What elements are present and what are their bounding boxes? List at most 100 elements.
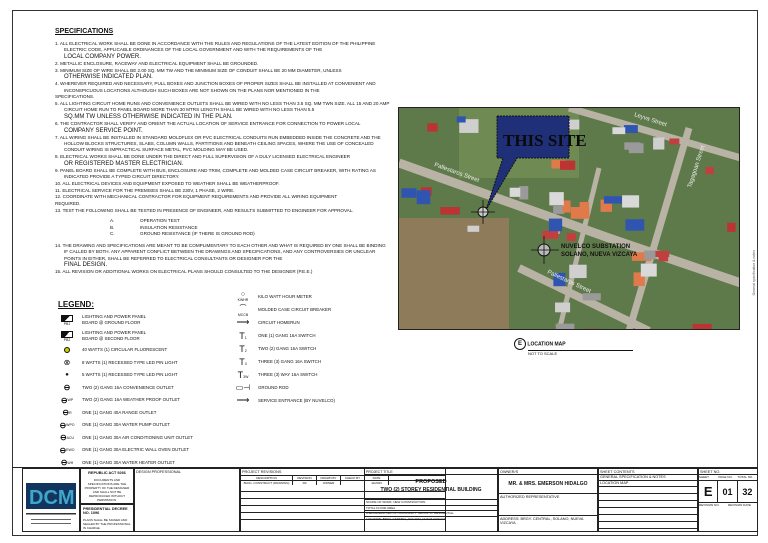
sheet-number-box: Sheet no. Sheet Page no. Total no. E 01 32…: [698, 468, 758, 532]
outlet-symbol-icon: ⊖ ACU: [52, 433, 82, 442]
legend-item: T2 Two (2) gang 16A switch: [228, 342, 398, 355]
roof-mark: [559, 160, 576, 170]
legend-label: One (1) gang 30A water pump outlet: [82, 422, 170, 428]
legend-item: ⟶ Service entrance (by NUVELCO): [228, 394, 398, 407]
legend-item: ⊖ WPO One (1) gang 30A water pump outlet: [52, 419, 232, 432]
outlet-symbol-icon: ⊖ WH: [52, 458, 82, 467]
this-site-callout: THIS SITE: [503, 131, 587, 150]
design-professional: Design professional: [134, 468, 240, 532]
electrical-symbol-icon: T1: [228, 331, 258, 341]
map-scale-note: NOT TO SCALE: [528, 350, 633, 356]
legend-label: Two (2) gang 16A switch: [258, 345, 317, 351]
symbol-code: MCCB: [237, 312, 249, 317]
roof-mark: [612, 127, 626, 135]
legend-item: ⌒ MCCB Molded case circuit breaker: [228, 303, 398, 317]
symbol-code: WH: [67, 460, 74, 465]
symbol-code: ACU: [66, 435, 75, 440]
legend-label: Lighting and power panel board @ second …: [82, 330, 146, 341]
firm-logo: DCM: [22, 468, 80, 532]
spec-item: 5. All lighting circuit home runs and co…: [55, 101, 390, 113]
spec-item: final design.: [64, 262, 108, 269]
electrical-symbol-icon: T2: [228, 344, 258, 354]
legend-item: ▭⊣ Ground rod: [228, 381, 398, 394]
roof-mark: [440, 207, 460, 215]
ground-rod-icon: ▭⊣: [235, 383, 251, 392]
roof-mark: [548, 218, 563, 232]
spec-item: 2. Metallic enclosure, raceway and elect…: [55, 60, 259, 66]
location-map-caption: E LOCATION MAP NOT TO SCALE: [514, 338, 633, 356]
roof-mark: [624, 142, 641, 150]
spec-item: required.: [55, 201, 81, 207]
spec-item: 9. Panel board shall be complete with bu…: [55, 167, 376, 179]
legend-label: Three (3) gang 16A switch: [258, 358, 321, 364]
roof-mark: [727, 222, 736, 232]
legend-label: 8 watts (1) recessed type LED pin light: [82, 359, 178, 365]
spec-item: 6. The contractor shall verify and orien…: [55, 121, 361, 127]
legend-item: T3 Three (3) gang 16A switch: [228, 355, 398, 368]
legend-item: ● 5 watts (1) recessed type LED pin light: [52, 369, 232, 382]
outlet-icon: ⊖: [60, 395, 68, 405]
roof-mark: [623, 125, 638, 133]
spec-item: 8. Electrical works shall be done under …: [55, 154, 351, 160]
outlet-symbol-icon: ⊖ R: [52, 408, 82, 417]
location-map-title: LOCATION MAP: [527, 341, 566, 348]
spec-item: Local Company Power.: [64, 54, 141, 61]
electrical-symbol-icon: ○ KWHR: [228, 291, 258, 302]
legend-right-column: ○ KWHR Kilo watt hour meter ⌒ MCCB Molded cas…: [228, 290, 398, 407]
spec-item: 12. Coordinate with mechanical contracto…: [55, 194, 338, 200]
legend-label: 40 watts (1) circular fluorescent: [82, 347, 168, 353]
specifications-section: SPECIFICATIONS 1. All electrical work sh…: [55, 28, 390, 276]
roof-mark: [669, 138, 680, 145]
roof-mark: [519, 186, 529, 200]
legend-title: LEGEND:: [58, 300, 94, 309]
sheet-contents-box: Sheet contents General specification & n…: [598, 468, 698, 532]
legend-item: ⊗ 8 watts (1) recessed type LED pin light: [52, 357, 232, 370]
owner-name: MR. & MRS. EMERSON HIDALGO: [499, 475, 597, 494]
circular-fluorescent-icon: [64, 347, 70, 354]
specifications-title: SPECIFICATIONS: [55, 28, 114, 35]
roof-mark: [570, 207, 590, 219]
electrical-symbol-icon: ⌒ MCCB: [228, 303, 258, 317]
test-item: C. Ground resistance (if there is ground …: [55, 231, 390, 238]
legend-label: Molded case circuit breaker: [258, 306, 332, 312]
roof-mark: [549, 192, 564, 206]
roof-mark: [603, 196, 622, 204]
roof-mark: [456, 116, 466, 123]
legend-item: PB2 Lighting and power panel board @ seco…: [52, 328, 232, 344]
switch-symbol: T1: [239, 330, 247, 341]
outlet-icon: ⊖: [63, 383, 71, 393]
roof-mark: [509, 187, 521, 197]
legend-item: 40 watts (1) circular fluorescent: [52, 344, 232, 357]
test-item: B. Insulation resistance: [55, 225, 390, 232]
panel-board-symbol: PB1: [61, 314, 73, 326]
electrical-symbol-icon: ⟶: [228, 317, 258, 328]
margin-note: General specification & notes: [752, 250, 756, 296]
total-pages: 32: [742, 487, 753, 497]
spec-item: 3. Minimum size of wire shall be 2.00 sq…: [55, 67, 342, 73]
outlet-symbol-icon: PB1: [52, 314, 82, 326]
legend-label: One (1) gang 30A air conditioning unit o…: [82, 434, 193, 440]
roof-mark: [625, 219, 645, 231]
outlet-symbol-icon: ⊖: [52, 383, 82, 392]
legend-label: Two (2) gang 16A weather proof outlet: [82, 397, 180, 403]
breaker-icon: ⌒: [239, 304, 247, 312]
spec-item: 10. All electrical devices and equipment…: [55, 180, 280, 186]
roof-mark: [566, 233, 577, 242]
roof-mark: [692, 323, 712, 329]
presidential-decree-note: Presidential decree no. 1096 Plans shall …: [80, 504, 134, 532]
roof-mark: [653, 137, 665, 150]
spec-item: 4. Wherever required and necessary, pull…: [55, 81, 376, 93]
legend-item: PB1 Lighting and power panel board @ grou…: [52, 312, 232, 328]
symbol-code: PB2: [63, 337, 71, 342]
spec-item: otherwise indicated plan.: [64, 74, 153, 81]
spec-item: 13. Test the following shall be tested i…: [55, 207, 354, 213]
meter-breaker-symbol: ○ KWHR: [238, 291, 249, 302]
legend-label: One (1) gang 30A electric wall oven outl…: [82, 447, 190, 453]
roof-mark: [427, 123, 438, 132]
roof-mark: [705, 166, 714, 175]
spec-item: or registered master electrician.: [64, 160, 184, 167]
panel-board-symbol: PB2: [61, 330, 73, 342]
project-info-row: Location: Brgy. Central, Solano, Nueva V…: [365, 515, 497, 522]
roof-mark: [416, 190, 431, 205]
spec-item: 11. Electrical service for the premises …: [55, 187, 235, 193]
